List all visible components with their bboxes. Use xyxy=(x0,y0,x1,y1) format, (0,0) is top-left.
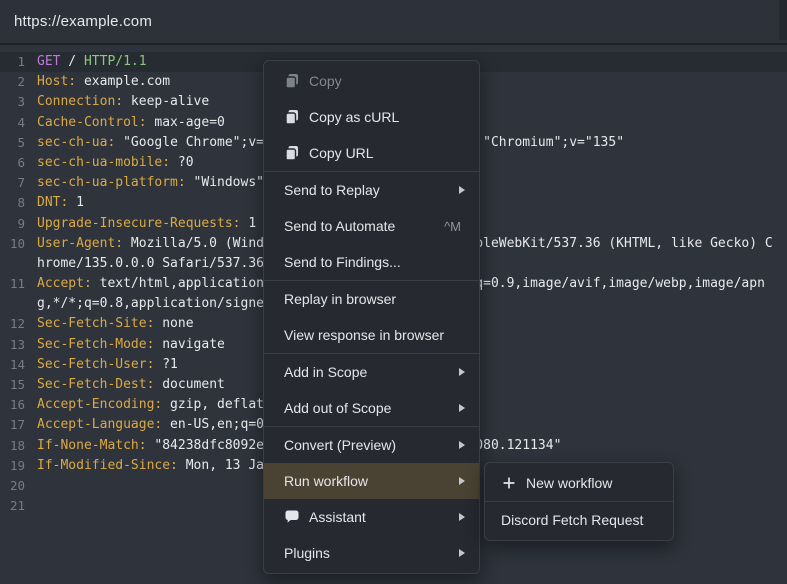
line-number: 2 xyxy=(17,74,25,90)
line-number: 4 xyxy=(17,114,25,130)
context-menu-item-add-in-scope[interactable]: Add in Scope xyxy=(264,354,479,390)
line-number: 13 xyxy=(9,336,25,352)
code-text: Cache-Control: max-age=0 xyxy=(37,114,225,130)
context-menu-item-copy-url[interactable]: Copy URL xyxy=(264,135,479,171)
menu-item-label: Send to Replay xyxy=(284,182,380,198)
menu-item-label: New workflow xyxy=(526,475,613,491)
menu-item-label: Send to Findings... xyxy=(284,254,401,270)
code-text: DNT: 1 xyxy=(37,195,84,211)
context-menu-item-send-to-replay[interactable]: Send to Replay xyxy=(264,172,479,208)
code-text: hrome/135.0.0.0 Safari/537.36 xyxy=(37,255,264,271)
code-text: GET / HTTP/1.1 xyxy=(37,54,147,69)
line-number: 15 xyxy=(9,377,25,392)
url-text: https://example.com xyxy=(14,13,153,30)
code-text: Upgrade-Insecure-Requests: 1 xyxy=(37,215,257,231)
menu-item-label: Copy URL xyxy=(309,145,374,161)
line-number: 9 xyxy=(17,215,25,231)
copy-icon xyxy=(284,73,300,89)
workflow-submenu-item-discord-fetch-request[interactable]: Discord Fetch Request xyxy=(485,502,673,538)
line-number: 18 xyxy=(9,437,25,453)
shortcut-hint: ^M xyxy=(444,218,461,234)
menu-item-label: Send to Automate xyxy=(284,218,396,234)
submenu-arrow-icon xyxy=(459,404,465,412)
line-number xyxy=(0,254,25,274)
code-text: sec-ch-ua-platform: "Windows" xyxy=(37,175,264,191)
line-number: 5 xyxy=(17,134,25,150)
menu-item-label: Copy as cURL xyxy=(309,109,400,125)
plus-icon xyxy=(501,475,517,491)
context-menu-item-add-out-of-scope[interactable]: Add out of Scope xyxy=(264,390,479,426)
chat-icon xyxy=(284,509,300,525)
context-menu: Copy Copy as cURL Copy URL Send to Replay Se… xyxy=(263,60,480,574)
menu-item-label: Replay in browser xyxy=(284,291,397,307)
menu-item-label: Run workflow xyxy=(284,473,369,489)
submenu-arrow-icon xyxy=(459,513,465,521)
code-text: Sec-Fetch-User: ?1 xyxy=(37,356,178,372)
workflow-submenu-item-new-workflow[interactable]: New workflow xyxy=(485,465,673,501)
code-text: Sec-Fetch-Dest: document xyxy=(37,377,225,392)
line-number: 16 xyxy=(9,397,25,413)
menu-item-label: Copy xyxy=(309,73,342,89)
code-text: Accept-Language: en-US,en;q=0.9 xyxy=(37,417,280,433)
context-menu-item-copy: Copy xyxy=(264,63,479,99)
line-number: 10 xyxy=(9,235,25,251)
line-number: 7 xyxy=(17,175,25,191)
menu-item-label: Add in Scope xyxy=(284,364,368,380)
context-menu-item-send-to-automate[interactable]: Send to Automate ^M xyxy=(264,208,479,244)
line-number: 19 xyxy=(9,457,25,473)
code-text: Host: example.com xyxy=(37,74,171,90)
line-number: 11 xyxy=(9,276,25,292)
copy-icon xyxy=(284,145,300,161)
line-number: 14 xyxy=(9,356,25,372)
submenu-arrow-icon xyxy=(459,441,465,449)
submenu-arrow-icon xyxy=(459,549,465,557)
code-text: Connection: keep-alive xyxy=(37,94,210,110)
code-text: Sec-Fetch-Site: none xyxy=(37,316,194,332)
url-bar[interactable]: https://example.com xyxy=(0,0,787,45)
menu-item-label: Plugins xyxy=(284,545,330,561)
menu-item-label: Convert (Preview) xyxy=(284,437,397,453)
context-menu-item-run-workflow[interactable]: Run workflow xyxy=(264,463,479,499)
run-workflow-submenu: New workflow Discord Fetch Request xyxy=(484,462,674,541)
menu-item-label: View response in browser xyxy=(284,327,445,343)
submenu-arrow-icon xyxy=(459,477,465,485)
submenu-arrow-icon xyxy=(459,368,465,376)
context-menu-item-copy-as-curl[interactable]: Copy as cURL xyxy=(264,99,479,135)
line-number: 8 xyxy=(17,195,25,211)
copy-icon xyxy=(284,109,300,125)
menu-item-label: Assistant xyxy=(309,509,366,525)
line-number: 3 xyxy=(17,94,25,110)
line-number: 6 xyxy=(17,154,25,170)
code-text: Sec-Fetch-Mode: navigate xyxy=(37,336,225,352)
context-menu-item-convert-preview[interactable]: Convert (Preview) xyxy=(264,427,479,463)
menu-item-label: Discord Fetch Request xyxy=(501,512,644,528)
line-number: 1 xyxy=(17,54,25,69)
line-number xyxy=(0,294,25,314)
line-number: 21 xyxy=(9,498,25,514)
context-menu-item-replay-in-browser[interactable]: Replay in browser xyxy=(264,281,479,317)
submenu-arrow-icon xyxy=(459,186,465,194)
line-number: 20 xyxy=(9,477,25,493)
context-menu-item-send-to-findings[interactable]: Send to Findings... xyxy=(264,244,479,280)
menu-item-label: Add out of Scope xyxy=(284,400,392,416)
app-window: { "url_bar": { "url": "https://example.c… xyxy=(0,0,787,584)
scrollbar-track[interactable] xyxy=(779,0,787,40)
line-number: 17 xyxy=(9,417,25,433)
context-menu-item-view-response-in-browser[interactable]: View response in browser xyxy=(264,317,479,353)
line-number: 12 xyxy=(9,316,25,332)
context-menu-item-plugins[interactable]: Plugins xyxy=(264,535,479,571)
context-menu-item-assistant[interactable]: Assistant xyxy=(264,499,479,535)
code-text: sec-ch-ua-mobile: ?0 xyxy=(37,154,194,170)
